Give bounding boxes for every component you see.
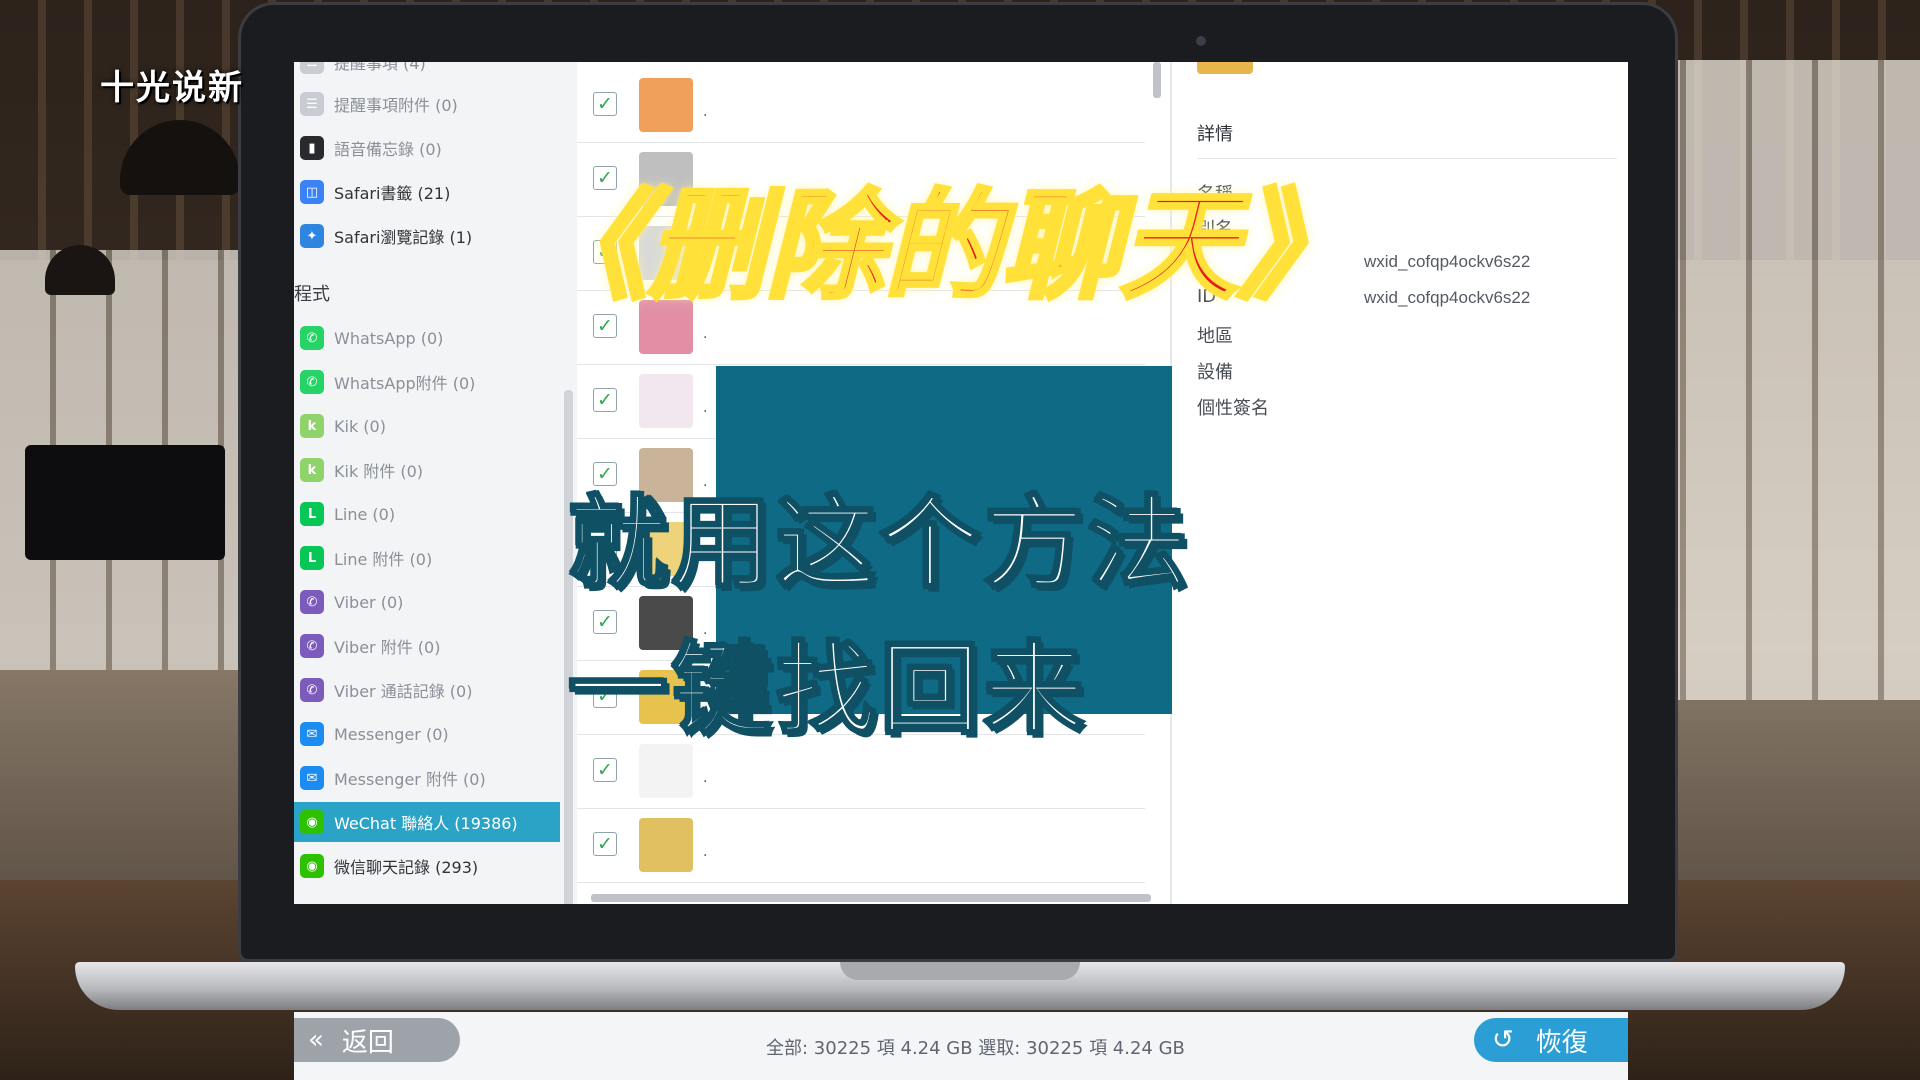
sidebar-item-label: Messenger (0) — [334, 724, 449, 744]
sidebar-item-label: Safari瀏覽記錄 (1) — [334, 228, 473, 247]
list-scrollbar[interactable] — [1153, 62, 1161, 98]
sidebar-item-label: WhatsApp附件 (0) — [334, 374, 476, 393]
row-name: . — [703, 400, 708, 416]
messenger-icon: ✉ — [300, 722, 324, 746]
contact-avatar — [639, 78, 693, 132]
sidebar-item-label: Messenger 附件 (0) — [334, 770, 486, 789]
safari-compass-icon: ✦ — [300, 224, 324, 248]
restore-button-label: 恢復 — [1535, 1027, 1588, 1058]
sidebar-item[interactable]: ✆ Viber 通話記錄 (0) — [294, 670, 560, 710]
sidebar-item[interactable]: ✦ Safari瀏覽記錄 (1) — [294, 216, 560, 256]
row-checkbox[interactable]: ✓ — [593, 388, 617, 412]
viber-icon: ✆ — [300, 590, 324, 614]
sidebar-item[interactable]: ◉ WeChat 聯絡人 (19386) — [294, 802, 560, 842]
field-device-label: 設備 — [1197, 362, 1233, 383]
laptop-notch — [840, 962, 1080, 980]
detail-avatar-chip — [1197, 62, 1253, 74]
messenger-icon: ✉ — [300, 766, 324, 790]
sidebar-item-label: Viber (0) — [334, 592, 404, 612]
sidebar-item[interactable]: L Line (0) — [294, 494, 560, 534]
sidebar-item-label: Viber 通話記錄 (0) — [334, 682, 473, 701]
contact-avatar — [639, 818, 693, 872]
sidebar-item[interactable]: k Kik (0) — [294, 406, 560, 446]
back-button[interactable]: « 返回 — [294, 1018, 460, 1062]
sidebar-item-label: Kik 附件 (0) — [334, 462, 424, 481]
row-name: . — [703, 770, 708, 786]
reminder-icon: ☰ — [300, 62, 324, 74]
subtitle-line-2: 一键找回来 — [567, 630, 1088, 750]
field-region-label: 地區 — [1197, 326, 1233, 347]
sidebar-item[interactable]: k Kik 附件 (0) — [294, 450, 560, 490]
field-signature-label: 個性簽名 — [1197, 398, 1269, 419]
webcam-dot — [1196, 36, 1206, 46]
viber-icon: ✆ — [300, 634, 324, 658]
sidebar-item[interactable]: ✆ Viber 附件 (0) — [294, 626, 560, 666]
row-name: . — [703, 326, 708, 342]
undo-arrow-icon: ↺ — [1492, 1025, 1514, 1055]
list-horizontal-scrollbar[interactable] — [591, 894, 1151, 902]
sidebar-item-label: Safari書籤 (21) — [334, 184, 451, 203]
sidebar-item[interactable]: ☰ 提醒事項附件 (0) — [294, 84, 560, 124]
back-button-label: 返回 — [341, 1027, 394, 1058]
contact-avatar — [639, 374, 693, 428]
background-monitor — [25, 445, 225, 560]
kik-icon: k — [300, 414, 324, 438]
sidebar-item-label: WeChat 聯絡人 (19386) — [334, 814, 518, 833]
restore-button[interactable]: ↺ 恢復 — [1474, 1018, 1628, 1062]
sidebar-item-label: Viber 附件 (0) — [334, 638, 441, 657]
field-alias-value: wxid_cofqp4ockv6s22 — [1364, 252, 1531, 271]
field-id-value: wxid_cofqp4ockv6s22 — [1364, 288, 1531, 307]
sidebar-item[interactable]: ✆ WhatsApp (0) — [294, 318, 560, 358]
sidebar-item-label: 提醒事項 (4) — [334, 62, 426, 73]
sidebar-item[interactable]: ▮ 語音備忘錄 (0) — [294, 128, 560, 168]
row-checkbox[interactable]: ✓ — [593, 92, 617, 116]
sidebar-item-label: WhatsApp (0) — [334, 328, 444, 348]
wechat-icon: ◉ — [300, 854, 324, 878]
whatsapp-icon: ✆ — [300, 370, 324, 394]
list-row[interactable]: ✓. — [577, 808, 1145, 883]
wechat-icon: ◉ — [300, 810, 324, 834]
selection-status: 全部: 30225 項 4.24 GB 選取: 30225 項 4.24 GB — [766, 1038, 1185, 1059]
viber-icon: ✆ — [300, 678, 324, 702]
book-icon: ◫ — [300, 180, 324, 204]
whatsapp-icon: ✆ — [300, 326, 324, 350]
sidebar-item-label: Line (0) — [334, 504, 396, 524]
row-checkbox[interactable]: ✓ — [593, 832, 617, 856]
line-icon: L — [300, 546, 324, 570]
sidebar-item[interactable]: ✉ Messenger 附件 (0) — [294, 758, 560, 798]
sidebar-item-label: 提醒事項附件 (0) — [334, 96, 458, 115]
subtitle-line-1: 就用这个方法 — [567, 484, 1192, 604]
list-row[interactable]: ✓. — [577, 68, 1145, 143]
row-name: . — [703, 104, 708, 120]
sidebar-item-label: 語音備忘錄 (0) — [334, 140, 442, 159]
row-checkbox[interactable]: ✓ — [593, 758, 617, 782]
sidebar-item[interactable]: ☰ 提醒事項 (4) — [294, 62, 560, 82]
headline-title: 《删除的聊天》 — [528, 174, 1358, 317]
sidebar-item[interactable]: ✉ Messenger (0) — [294, 714, 560, 754]
sidebar-item[interactable]: L Line 附件 (0) — [294, 538, 560, 578]
bottom-bar: « 返回 全部: 30225 項 4.24 GB 選取: 30225 項 4.2… — [294, 1012, 1628, 1080]
kik-icon: k — [300, 458, 324, 482]
sidebar-section-label: 程式 — [294, 284, 330, 305]
sidebar-item[interactable]: ✆ WhatsApp附件 (0) — [294, 362, 560, 402]
channel-watermark: 十光说新 — [100, 68, 244, 108]
sidebar-item[interactable]: ◫ Safari書籤 (21) — [294, 172, 560, 212]
sidebar-item-label: Line 附件 (0) — [334, 550, 433, 569]
detail-title: 詳情 — [1197, 124, 1233, 145]
sidebar-item-label: 微信聊天記錄 (293) — [334, 858, 479, 877]
reminder-attachment-icon: ☰ — [300, 92, 324, 116]
line-icon: L — [300, 502, 324, 526]
sidebar-item[interactable]: ✆ Viber (0) — [294, 582, 560, 622]
sidebar-item[interactable]: ◉ 微信聊天記錄 (293) — [294, 846, 560, 886]
double-chevron-left-icon: « — [308, 1025, 324, 1055]
voice-memo-icon: ▮ — [300, 136, 324, 160]
row-name: . — [703, 844, 708, 860]
sidebar-item-label: Kik (0) — [334, 416, 386, 436]
